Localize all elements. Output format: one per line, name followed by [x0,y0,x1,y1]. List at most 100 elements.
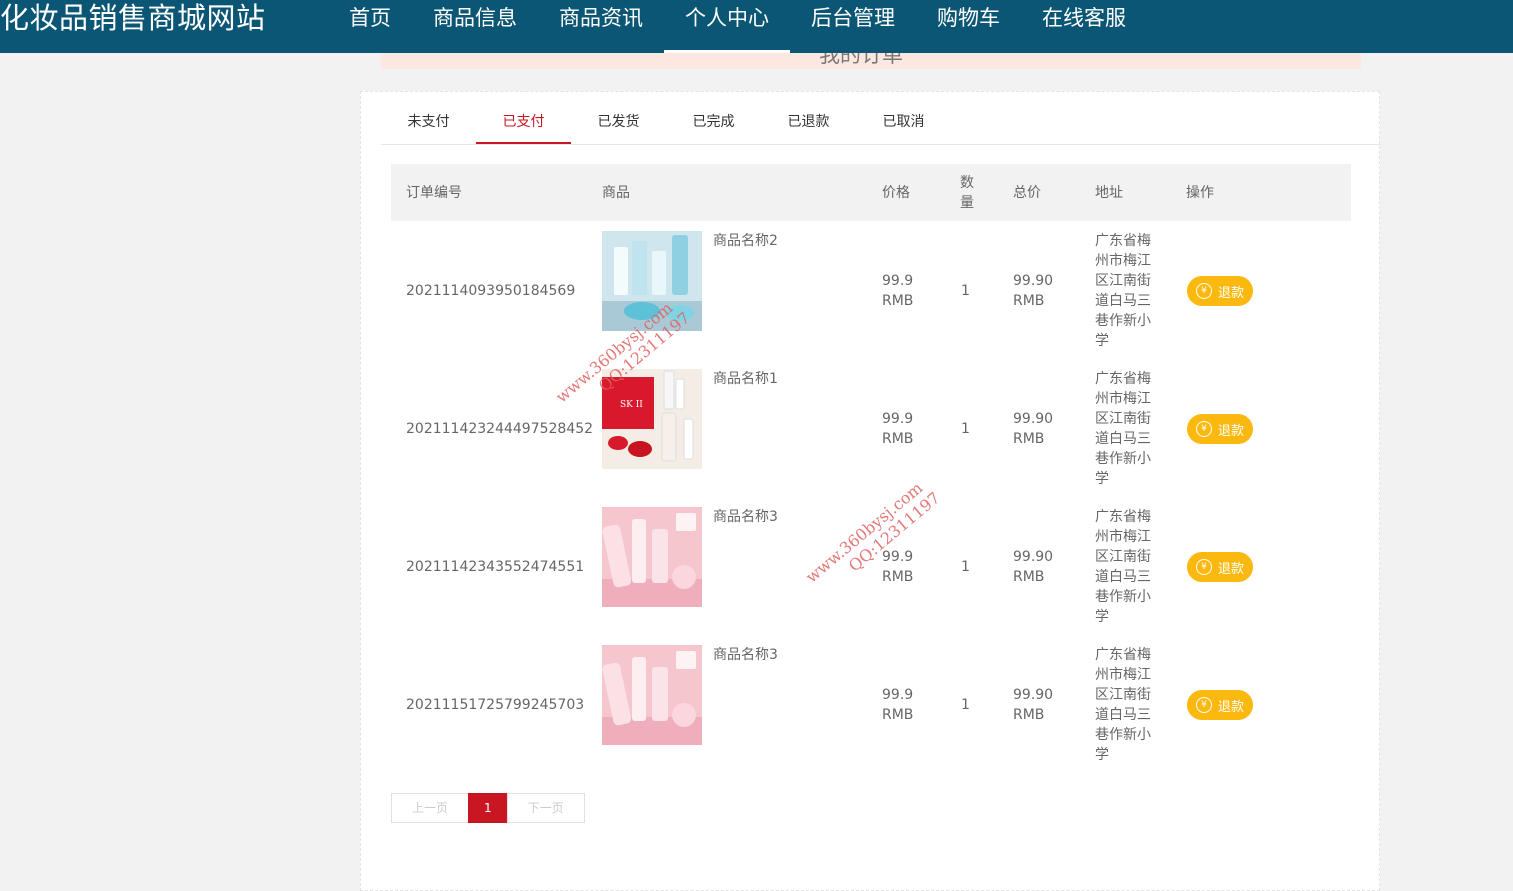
tab-unpaid[interactable]: 未支付 [381,92,476,144]
yen-icon: ¥ [1195,559,1212,575]
nav-admin[interactable]: 后台管理 [790,0,916,53]
price-value: 99.9 [882,273,914,289]
price-unit: RMB [882,293,914,309]
address-line: 州市梅江 [1095,253,1151,269]
address-line: 广东省梅 [1095,509,1151,525]
page-1-button[interactable]: 1 [468,793,508,823]
product-image[interactable] [602,507,702,607]
yen-icon: ¥ [1195,421,1212,437]
address-line: 区江南街 [1095,687,1151,703]
nav-home[interactable]: 首页 [328,0,412,53]
address-line: 广东省梅 [1095,371,1151,387]
product-name[interactable]: 商品名称2 [713,231,778,251]
site-title[interactable]: 化妆品销售商城网站 [0,0,266,40]
order-number: 2021115172579924570​3 [406,697,585,713]
nav-product-info[interactable]: 商品信息 [412,0,538,53]
address-line: 广东省梅 [1095,647,1151,663]
refund-button[interactable]: ¥ 退款 [1187,414,1253,444]
total: 99.90 RMB [1013,685,1053,725]
address-line: 道白马三 [1095,431,1151,447]
header-quantity: 数 量 [960,164,974,221]
refund-button[interactable]: ¥ 退款 [1187,276,1253,306]
total-value: 99.90 [1013,687,1054,703]
address-line: 巷作新小 [1095,313,1151,329]
address-line: 巷作新小 [1095,451,1151,467]
tab-cancelled[interactable]: 已取消 [856,92,951,144]
orders-panel: 未支付 已支付 已发货 已完成 已退款 已取消 订单编号 商品 价格 数 量 总… [360,91,1381,891]
refund-label: 退款 [1217,423,1244,439]
product-image[interactable] [602,645,702,745]
address-line: 州市梅江 [1095,391,1151,407]
address: 广东省梅 州市梅江 区江南街 道白马三 巷作新小 学 [1095,231,1151,351]
refund-button[interactable]: ¥ 退款 [1187,552,1253,582]
main-nav: 首页 商品信息 商品资讯 个人中心 后台管理 购物车 在线客服 [328,0,1147,53]
address-line: 州市梅江 [1095,667,1151,683]
header-quantity-line2: 量 [960,194,974,211]
yen-icon: ¥ [1195,283,1212,299]
pagination: 上一页 1 下一页 [391,793,585,823]
header-price: 价格 [882,184,910,201]
order-status-tabs: 未支付 已支付 已发货 已完成 已退款 已取消 [381,92,1381,145]
address: 广东省梅 州市梅江 区江南街 道白马三 巷作新小 学 [1095,645,1151,765]
price: 99.9 RMB [882,409,913,449]
header-order-no: 订单编号 [406,184,462,201]
total-unit: RMB [1013,569,1045,585]
total: 99.90 RMB [1013,271,1053,311]
order-number: 2021114093950184569 [406,283,576,299]
total-unit: RMB [1013,707,1045,723]
address-line: 道白马三 [1095,569,1151,585]
header-total: 总价 [1013,184,1041,201]
table-row: 20211142324449752845​2 SK II 商品名称1 99.9 … [391,359,1351,497]
total-value: 99.90 [1013,411,1054,427]
total-value: 99.90 [1013,273,1054,289]
tab-refunded[interactable]: 已退款 [761,92,856,144]
address-line: 学 [1095,747,1109,763]
refund-label: 退款 [1217,285,1244,301]
refund-button[interactable]: ¥ 退款 [1187,690,1253,720]
table-header: 订单编号 商品 价格 数 量 总价 地址 操作 [391,164,1351,221]
order-number: 20211142324449752845​2 [406,421,594,437]
nav-personal-center[interactable]: 个人中心 [664,0,790,53]
address-line: 区江南街 [1095,411,1151,427]
quantity: 1 [961,559,970,575]
yen-icon: ¥ [1195,697,1212,713]
address-line: 道白马三 [1095,707,1151,723]
address-line: 广东省梅 [1095,233,1151,249]
total: 99.90 RMB [1013,409,1053,449]
product-name[interactable]: 商品名称1 [713,369,778,389]
address-line: 州市梅江 [1095,529,1151,545]
address-line: 巷作新小 [1095,589,1151,605]
quantity: 1 [961,697,970,713]
tab-paid[interactable]: 已支付 [476,92,571,144]
refund-label: 退款 [1217,561,1244,577]
product-name[interactable]: 商品名称3 [713,645,778,665]
address-line: 道白马三 [1095,293,1151,309]
top-navigation-bar: 化妆品销售商城网站 首页 商品信息 商品资讯 个人中心 后台管理 购物车 在线客… [0,0,1513,53]
header-product: 商品 [602,184,630,201]
total-value: 99.90 [1013,549,1054,565]
nav-cart[interactable]: 购物车 [916,0,1021,53]
address-line: 学 [1095,609,1109,625]
tab-shipped[interactable]: 已发货 [571,92,666,144]
price: 99.9 RMB [882,271,913,311]
svg-text:SK II: SK II [620,400,643,410]
next-page-button[interactable]: 下一页 [506,793,585,823]
address-line: 区江南街 [1095,549,1151,565]
product-name[interactable]: 商品名称3 [713,507,778,527]
nav-customer-service[interactable]: 在线客服 [1021,0,1147,53]
price-unit: RMB [882,569,914,585]
quantity: 1 [961,421,970,437]
price: 99.9 RMB [882,547,913,587]
table-row: 2021114093950184569 商品名称2 99.9 RMB 1 99.… [391,221,1351,359]
header-quantity-line1: 数 [960,174,974,191]
nav-product-news[interactable]: 商品资讯 [538,0,664,53]
prev-page-button[interactable]: 上一页 [391,793,470,823]
address: 广东省梅 州市梅江 区江南街 道白马三 巷作新小 学 [1095,507,1151,627]
quantity: 1 [961,283,970,299]
page-heading-banner: 我的订单 [381,53,1361,69]
total-unit: RMB [1013,293,1045,309]
header-action: 操作 [1186,184,1214,201]
tab-completed[interactable]: 已完成 [666,92,761,144]
price-unit: RMB [882,707,914,723]
address-line: 学 [1095,333,1109,349]
